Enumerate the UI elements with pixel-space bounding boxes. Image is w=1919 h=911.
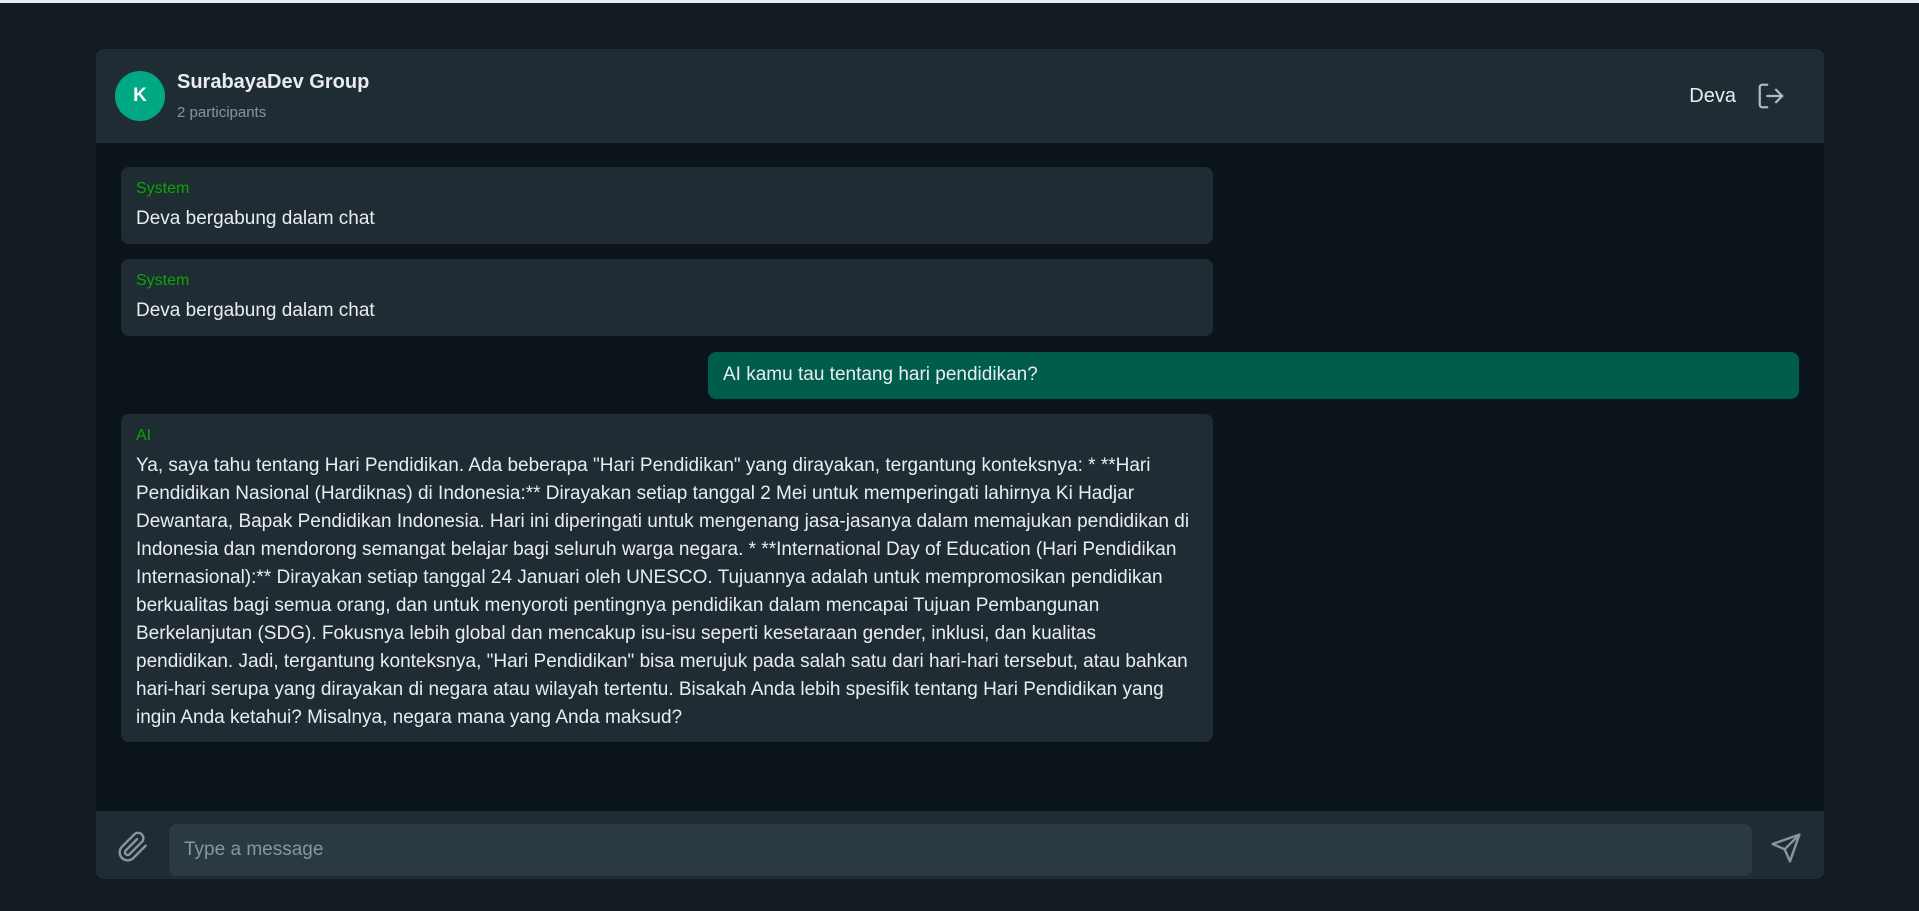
message-bubble: System Deva bergabung dalam chat <box>121 259 1213 336</box>
message-bubble: AI Ya, saya tahu tentang Hari Pendidikan… <box>121 414 1213 742</box>
logout-icon[interactable] <box>1756 81 1786 111</box>
message-text: Deva bergabung dalam chat <box>136 208 375 229</box>
message-text: Ya, saya tahu tentang Hari Pendidikan. A… <box>136 455 1190 728</box>
message-bubble: System Deva bergabung dalam chat <box>121 167 1213 244</box>
participants-count: 2 participants <box>177 104 267 121</box>
group-title: SurabayaDev Group <box>177 71 370 93</box>
paperclip-icon[interactable] <box>117 831 149 863</box>
message-sender: System <box>136 272 190 289</box>
chat-window: K SurabayaDev Group 2 participants Deva … <box>96 49 1824 879</box>
send-icon[interactable] <box>1770 832 1802 864</box>
message-list[interactable]: System Deva bergabung dalam chat System … <box>96 143 1824 859</box>
message-text: AI kamu tau tentang hari pendidikan? <box>723 364 1038 385</box>
group-avatar: K <box>115 71 165 121</box>
message-composer <box>96 811 1824 879</box>
message-input[interactable] <box>169 824 1752 876</box>
message-text: Deva bergabung dalam chat <box>136 300 375 321</box>
top-border <box>0 0 1919 3</box>
message-sender: AI <box>136 427 152 444</box>
current-username: Deva <box>1689 85 1736 107</box>
chat-header: K SurabayaDev Group 2 participants Deva <box>96 49 1824 143</box>
message-sender: System <box>136 180 190 197</box>
message-bubble-outgoing: AI kamu tau tentang hari pendidikan? <box>708 352 1799 399</box>
